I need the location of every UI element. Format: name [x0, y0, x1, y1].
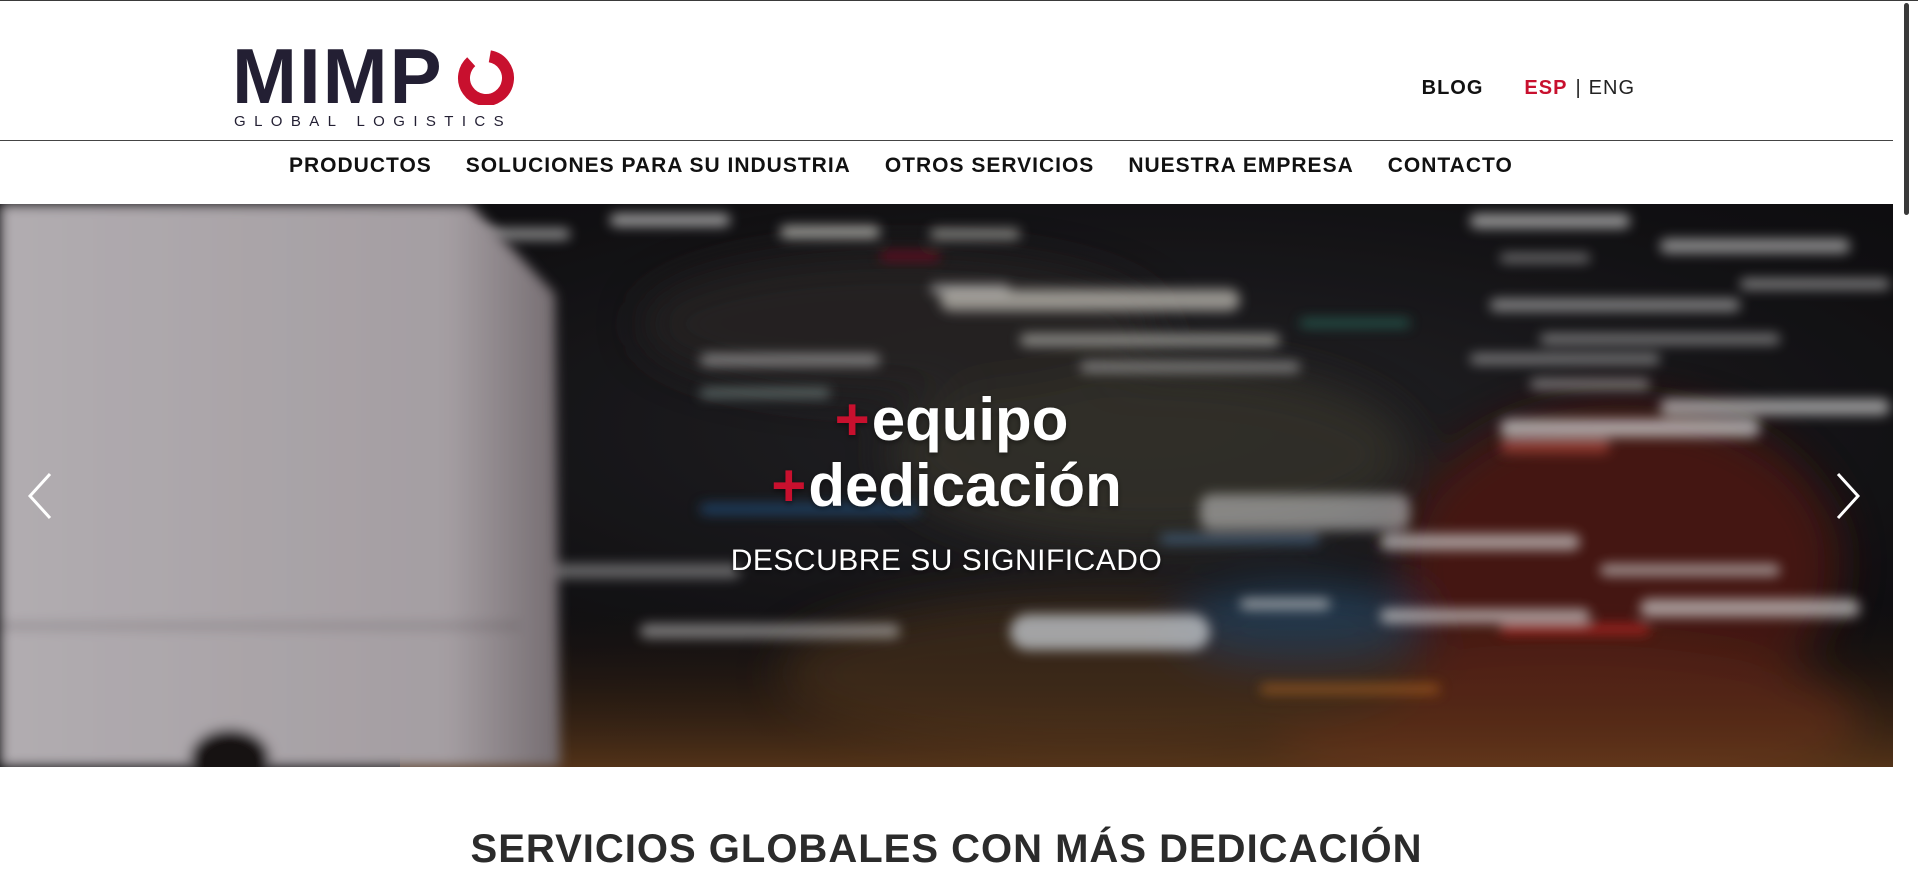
lang-eng-link[interactable]: ENG: [1589, 77, 1635, 100]
scrollbar-thumb[interactable]: [1904, 3, 1909, 215]
hero-headline-line2: +dedicación: [0, 452, 1893, 520]
nav-item-soluciones[interactable]: SOLUCIONES PARA SU INDUSTRIA: [466, 154, 851, 178]
logo-o-ring-icon: [458, 50, 514, 105]
lang-esp-link[interactable]: ESP: [1524, 77, 1567, 100]
page: MIMP GLOBAL LOGISTICS BLOG ESP | ENG PRO…: [0, 0, 1918, 892]
page-scrollbar[interactable]: [1893, 1, 1918, 892]
plus-icon: +: [834, 386, 870, 453]
logo-tagline: GLOBAL LOGISTICS: [234, 113, 513, 130]
site-header: MIMP GLOBAL LOGISTICS BLOG ESP | ENG: [0, 1, 1893, 141]
top-links: BLOG ESP | ENG: [1422, 77, 1635, 100]
hero-cta-link[interactable]: DESCUBRE SU SIGNIFICADO: [0, 544, 1893, 578]
blog-link[interactable]: BLOG: [1422, 77, 1484, 100]
nav-item-otros-servicios[interactable]: OTROS SERVICIOS: [885, 154, 1095, 178]
hero-word-dedicacion: dedicación: [808, 452, 1122, 519]
chevron-left-icon[interactable]: [24, 466, 64, 526]
main-nav: PRODUCTOS SOLUCIONES PARA SU INDUSTRIA O…: [0, 142, 1893, 204]
nav-item-productos[interactable]: PRODUCTOS: [289, 154, 432, 178]
mimpo-logo[interactable]: MIMP GLOBAL LOGISTICS: [232, 32, 522, 135]
nav-item-contacto[interactable]: CONTACTO: [1388, 154, 1513, 178]
hero-word-equipo: equipo: [871, 386, 1069, 453]
section-title: SERVICIOS GLOBALES CON MÁS DEDICACIÓN: [470, 827, 1423, 871]
lang-separator: |: [1575, 77, 1581, 99]
hero-headline-line1: +equipo: [0, 386, 1893, 454]
plus-icon: +: [771, 452, 807, 519]
logo-wordmark: MIMP: [232, 32, 444, 120]
chevron-right-icon[interactable]: [1828, 466, 1868, 526]
nav-item-nuestra-empresa[interactable]: NUESTRA EMPRESA: [1128, 154, 1353, 178]
hero-slider: +equipo +dedicación DESCUBRE SU SIGNIFIC…: [0, 204, 1893, 767]
